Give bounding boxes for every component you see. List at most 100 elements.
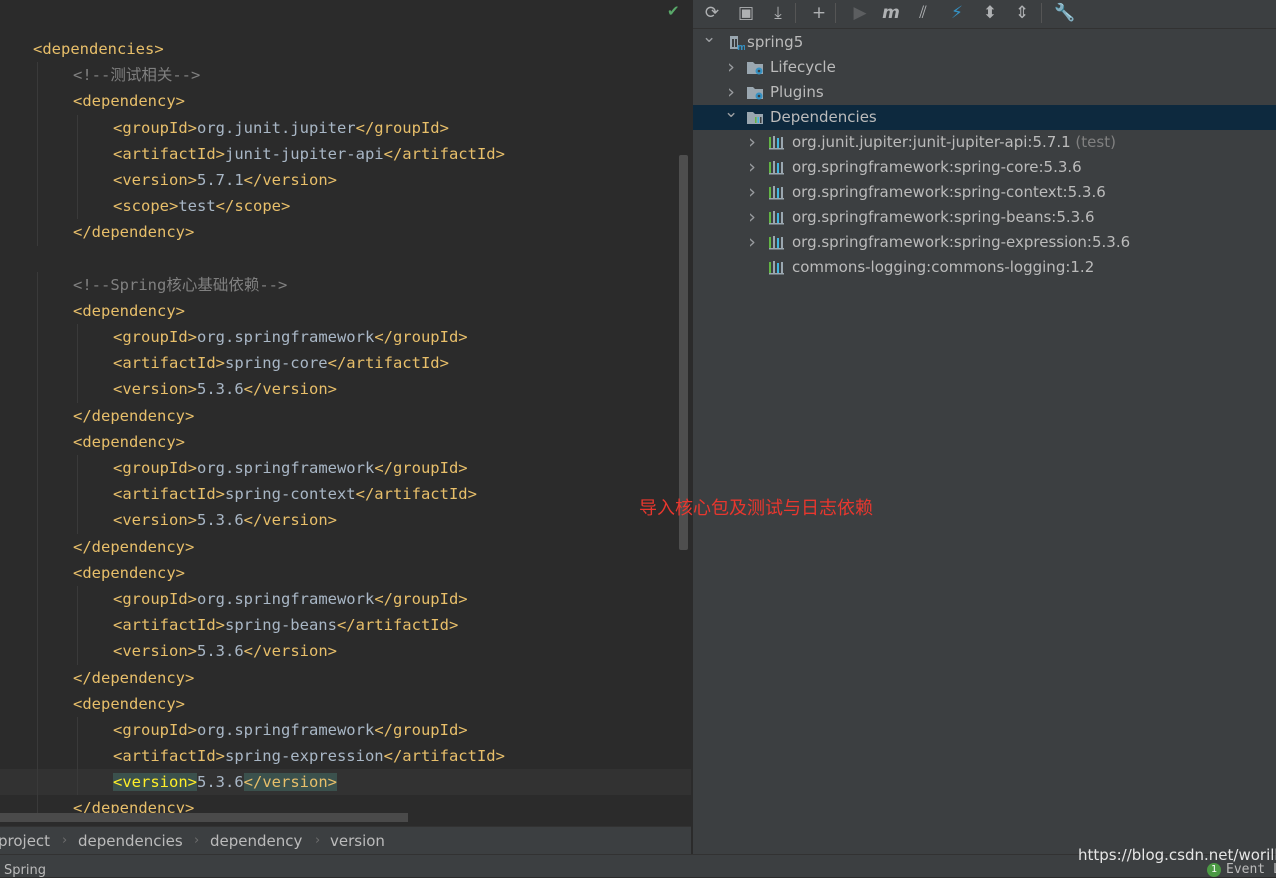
code-line-text[interactable]: </dependency> xyxy=(73,219,194,245)
tree-item-org-springframework-spring-beans-5-3-6[interactable]: › org.springframework:spring-beans:5.3.6 xyxy=(693,205,1276,230)
settings-wrench-icon[interactable]: 🔧 xyxy=(1053,2,1077,24)
code-line-text[interactable]: <artifactId>spring-beans</artifactId> xyxy=(113,612,458,638)
code-line[interactable]: <artifactId>spring-core</artifactId> xyxy=(0,350,691,377)
add-icon[interactable]: + xyxy=(807,2,831,24)
tree-item-dependencies[interactable]: ⌄ Dependencies xyxy=(693,102,1276,130)
chevron-right-icon[interactable]: › xyxy=(745,155,759,180)
execute-goal-icon[interactable]: m xyxy=(879,2,903,24)
show-dependencies-icon[interactable]: ⬍ xyxy=(978,2,1002,24)
library-icon xyxy=(768,209,786,226)
chevron-right-icon[interactable]: › xyxy=(745,180,759,205)
editor-vertical-scrollbar[interactable] xyxy=(679,155,688,550)
code-line[interactable]: </dependency> xyxy=(0,402,691,429)
code-lines[interactable]: <dependencies> <!--测试相关--> <dependency> <gr… xyxy=(0,36,691,822)
breadcrumb-item-dependency[interactable]: dependency xyxy=(210,827,302,855)
skip-tests-icon[interactable]: ⚡ xyxy=(945,2,969,24)
tree-item-org-springframework-spring-context-5-3-6[interactable]: › org.springframework:spring-context:5.3.… xyxy=(693,180,1276,205)
code-line[interactable]: <groupId>org.springframework</groupId> xyxy=(0,455,691,482)
code-line-text[interactable]: <version>5.7.1</version> xyxy=(113,167,337,193)
code-line-text[interactable]: <artifactId>spring-core</artifactId> xyxy=(113,350,449,376)
event-log-button[interactable]: Event Lo xyxy=(1226,862,1276,877)
chevron-right-icon[interactable]: › xyxy=(745,230,759,255)
code-line[interactable]: <artifactId>spring-expression</artifactI… xyxy=(0,743,691,770)
chevron-right-icon[interactable]: › xyxy=(745,205,759,230)
code-line[interactable]: <version>5.3.6</version> xyxy=(0,638,691,665)
run-icon[interactable]: ▶ xyxy=(848,2,872,24)
code-line-text[interactable]: <artifactId>spring-expression</artifactI… xyxy=(113,743,505,769)
code-line-text[interactable]: <dependencies> xyxy=(33,36,164,62)
code-line[interactable]: <!--测试相关--> xyxy=(0,62,691,89)
breadcrumb-item-dependencies[interactable]: dependencies xyxy=(78,827,183,855)
tree-item-commons-logging-commons-logging-1-2[interactable]: commons-logging:commons-logging:1.2 xyxy=(693,255,1276,280)
code-line[interactable]: <version>5.7.1</version> xyxy=(0,166,691,194)
code-line-text[interactable]: <artifactId>junit-jupiter-api</artifactI… xyxy=(113,141,505,167)
code-line[interactable]: </dependency> xyxy=(0,219,691,246)
code-line-text[interactable]: <groupId>org.springframework</groupId> xyxy=(113,717,468,743)
chevron-right-icon[interactable]: › xyxy=(724,55,738,80)
breadcrumb-item-project[interactable]: project xyxy=(0,827,50,855)
tree-item-lifecycle[interactable]: › Lifecycle xyxy=(693,55,1276,80)
code-line[interactable]: <groupId>org.springframework</groupId> xyxy=(0,324,691,351)
code-editor[interactable]: <dependencies> <!--测试相关--> <dependency> <gr… xyxy=(0,0,691,826)
code-line[interactable]: <dependency> xyxy=(0,297,691,325)
code-line-text[interactable]: <version>5.3.6</version> xyxy=(113,376,337,402)
tree-item-org-junit-jupiter-junit-jupiter-api-5-7-1[interactable]: › org.junit.jupiter:junit-jupiter-api:5.7… xyxy=(693,130,1276,155)
chevron-down-icon[interactable]: ⌄ xyxy=(724,100,738,125)
code-line-text[interactable]: </dependency> xyxy=(73,534,194,560)
tree-item-org-springframework-spring-core-5-3-6[interactable]: › org.springframework:spring-core:5.3.6 xyxy=(693,155,1276,180)
chevron-down-icon[interactable]: ⌄ xyxy=(702,25,716,50)
code-line-text[interactable]: <dependency> xyxy=(73,88,185,114)
code-line-text[interactable]: <groupId>org.springframework</groupId> xyxy=(113,455,468,481)
code-line-text[interactable]: </dependency> xyxy=(73,403,194,429)
code-line[interactable]: </dependency> xyxy=(0,664,691,691)
code-line[interactable] xyxy=(0,246,691,272)
reload-icon[interactable]: ⟳ xyxy=(700,2,724,24)
code-line-text[interactable]: <scope>test</scope> xyxy=(113,193,290,219)
code-line[interactable]: <scope>test</scope> xyxy=(0,193,691,220)
code-line-text[interactable]: <version>5.3.6</version> xyxy=(113,638,337,664)
xml-token-text: 5.7.1 xyxy=(197,170,244,189)
code-line[interactable]: </dependency> xyxy=(0,533,691,560)
code-line-text[interactable]: <groupId>org.springframework</groupId> xyxy=(113,586,468,612)
code-line-text[interactable]: <!--Spring核心基础依赖--> xyxy=(73,272,287,298)
tree-item-org-springframework-spring-expression-5-3-6[interactable]: › org.springframework:spring-expression:5… xyxy=(693,230,1276,255)
code-line[interactable]: <artifactId>spring-context</artifactId> xyxy=(0,481,691,508)
code-line[interactable]: <dependencies> xyxy=(0,36,691,62)
code-line[interactable]: <!--Spring核心基础依赖--> xyxy=(0,271,691,298)
code-line[interactable]: <dependency> xyxy=(0,690,691,717)
generate-sources-icon[interactable]: ▣ xyxy=(734,2,758,24)
code-line-text[interactable]: <dependency> xyxy=(73,691,185,717)
tree-item-spring5[interactable]: ⌄ m spring5 xyxy=(693,27,1276,55)
code-line[interactable]: <version>5.3.6</version> xyxy=(0,507,691,534)
collapse-all-icon[interactable]: ⇕ xyxy=(1010,2,1034,24)
code-line-text[interactable]: <!--测试相关--> xyxy=(73,62,200,88)
editor-horizontal-scrollbar[interactable] xyxy=(0,813,408,822)
code-line-text[interactable]: <dependency> xyxy=(73,298,185,324)
current-code-line[interactable]: <version>5.3.6</version> xyxy=(0,769,691,796)
code-line[interactable]: <version>5.3.6</version> xyxy=(0,376,691,403)
code-line-text[interactable]: <groupId>org.springframework</groupId> xyxy=(113,324,468,350)
toggle-offline-icon[interactable]: ⫽ xyxy=(911,2,935,24)
code-line[interactable]: <groupId>org.junit.jupiter</groupId> xyxy=(0,114,691,141)
code-line[interactable]: <dependency> xyxy=(0,428,691,455)
download-icon[interactable]: ⤓ xyxy=(766,2,790,24)
code-line-text[interactable]: <dependency> xyxy=(73,429,185,455)
tree-item-plugins[interactable]: › Plugins xyxy=(693,80,1276,105)
chevron-right-icon[interactable]: › xyxy=(745,130,759,155)
code-line-text[interactable]: </dependency> xyxy=(73,665,194,691)
code-line[interactable]: <groupId>org.springframework</groupId> xyxy=(0,585,691,613)
event-log-count-badge[interactable]: 1 xyxy=(1207,863,1221,877)
code-line-text[interactable]: <version>5.3.6</version> xyxy=(113,507,337,533)
code-line[interactable]: <artifactId>spring-beans</artifactId> xyxy=(0,612,691,639)
code-line-text[interactable]: <artifactId>spring-context</artifactId> xyxy=(113,481,477,507)
inspection-ok-check-icon[interactable]: ✔ xyxy=(667,2,683,20)
code-line[interactable]: <dependency> xyxy=(0,88,691,115)
code-line-text[interactable]: <groupId>org.junit.jupiter</groupId> xyxy=(113,115,449,141)
code-line-text[interactable]: <dependency> xyxy=(73,560,185,586)
code-line[interactable]: <artifactId>junit-jupiter-api</artifactI… xyxy=(0,140,691,167)
code-line[interactable]: <groupId>org.springframework</groupId> xyxy=(0,716,691,744)
code-line[interactable]: <dependency> xyxy=(0,559,691,586)
indent-guide xyxy=(37,690,38,717)
breadcrumb-item-version[interactable]: version xyxy=(330,827,385,855)
code-line-text[interactable]: <version>5.3.6</version> xyxy=(113,769,337,795)
